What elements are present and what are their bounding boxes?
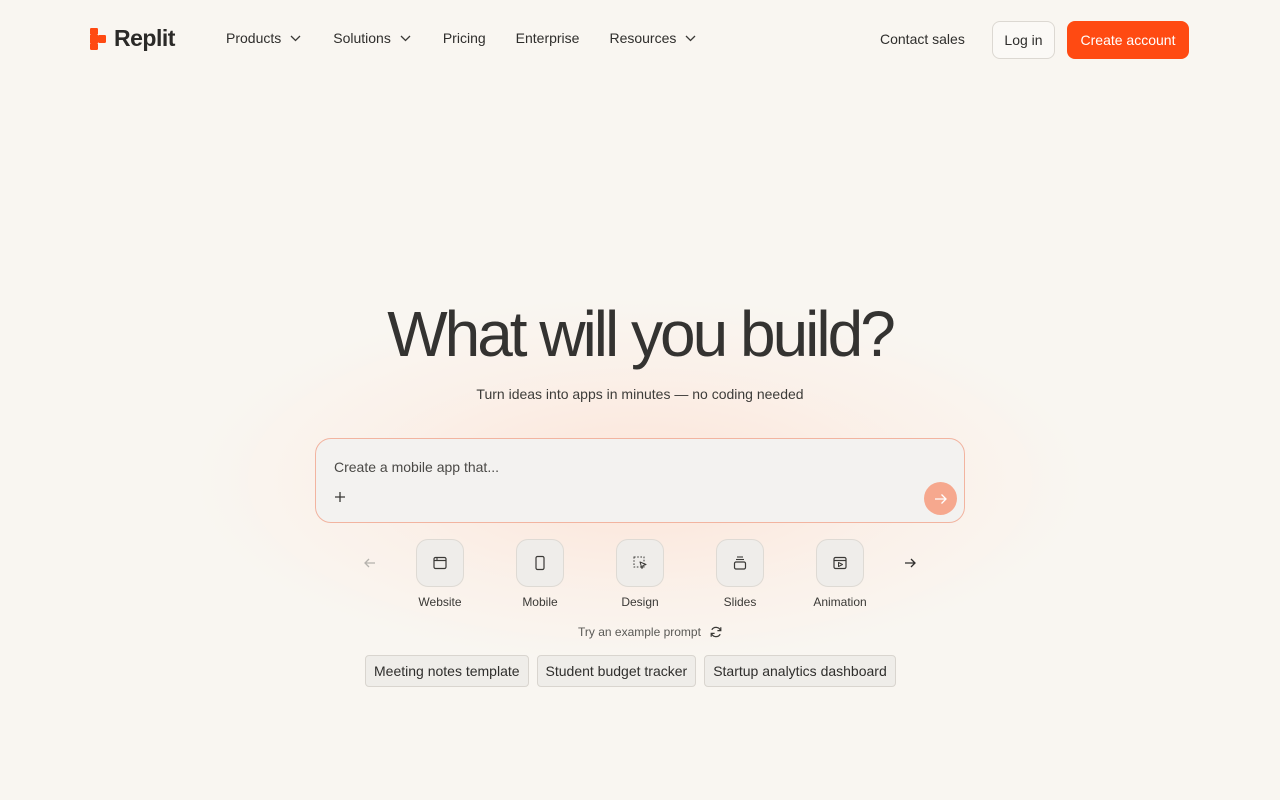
category-label: Slides <box>723 595 757 609</box>
example-chip-analytics-dashboard[interactable]: Startup analytics dashboard <box>704 655 896 687</box>
prompt-box <box>315 438 965 523</box>
chevron-down-icon <box>685 35 696 41</box>
category-label: Mobile <box>522 595 558 609</box>
create-account-button[interactable]: Create account <box>1067 21 1189 59</box>
nav-products[interactable]: Products <box>226 30 301 46</box>
carousel-next-arrow-icon[interactable] <box>902 555 918 571</box>
category-mobile[interactable]: Mobile <box>510 539 570 609</box>
phone-icon <box>535 555 545 571</box>
top-nav-bar: Replit Products Solutions Pricing Enterp… <box>0 0 1280 78</box>
send-button[interactable] <box>924 482 957 515</box>
brand-name: Replit <box>114 25 175 51</box>
category-design[interactable]: Design <box>610 539 670 609</box>
hero-title: What will you build? <box>387 298 896 370</box>
category-design-tile <box>616 539 664 587</box>
nav-resources-label: Resources <box>609 30 677 46</box>
nav-pricing-label: Pricing <box>442 30 486 46</box>
main-nav: Products Solutions Pricing Enterprise Re… <box>226 30 696 46</box>
play-window-icon <box>833 556 847 570</box>
nav-solutions[interactable]: Solutions <box>333 30 411 46</box>
carousel-prev-arrow-icon[interactable] <box>362 555 378 571</box>
replit-logo-icon <box>90 27 106 50</box>
replit-logo[interactable]: Replit <box>90 25 175 52</box>
example-chip-meeting-notes[interactable]: Meeting notes template <box>365 655 529 687</box>
contact-sales-link[interactable]: Contact sales <box>880 31 965 47</box>
prompt-input[interactable] <box>334 457 894 477</box>
nav-pricing[interactable]: Pricing <box>443 30 486 46</box>
nav-products-label: Products <box>226 30 282 46</box>
plus-icon[interactable] <box>332 489 348 505</box>
chevron-down-icon <box>400 35 411 41</box>
example-prompt-label: Try an example prompt <box>578 625 701 639</box>
slides-stack-icon <box>733 556 747 570</box>
category-slides[interactable]: Slides <box>710 539 770 609</box>
category-label: Website <box>418 595 462 609</box>
category-mobile-tile <box>516 539 564 587</box>
example-prompt-row: Try an example prompt <box>578 625 723 639</box>
nav-solutions-label: Solutions <box>333 30 391 46</box>
nav-enterprise[interactable]: Enterprise <box>516 30 580 46</box>
category-slides-tile <box>716 539 764 587</box>
example-chip-budget-tracker[interactable]: Student budget tracker <box>536 655 697 687</box>
category-website-tile <box>416 539 464 587</box>
refresh-icon[interactable] <box>709 625 723 639</box>
category-label: Animation <box>813 595 867 609</box>
browser-window-icon <box>433 556 447 570</box>
category-animation[interactable]: Animation <box>810 539 870 609</box>
category-website[interactable]: Website <box>410 539 470 609</box>
category-label: Design <box>621 595 659 609</box>
login-button[interactable]: Log in <box>992 21 1055 59</box>
example-chips: Meeting notes template Student budget tr… <box>365 655 896 687</box>
category-animation-tile <box>816 539 864 587</box>
chevron-down-icon <box>290 35 301 41</box>
nav-resources[interactable]: Resources <box>609 30 696 46</box>
nav-enterprise-label: Enterprise <box>515 30 580 46</box>
selection-cursor-icon <box>633 556 647 569</box>
arrow-right-icon <box>934 493 947 504</box>
hero-subtitle: Turn ideas into apps in minutes — no cod… <box>476 386 804 402</box>
